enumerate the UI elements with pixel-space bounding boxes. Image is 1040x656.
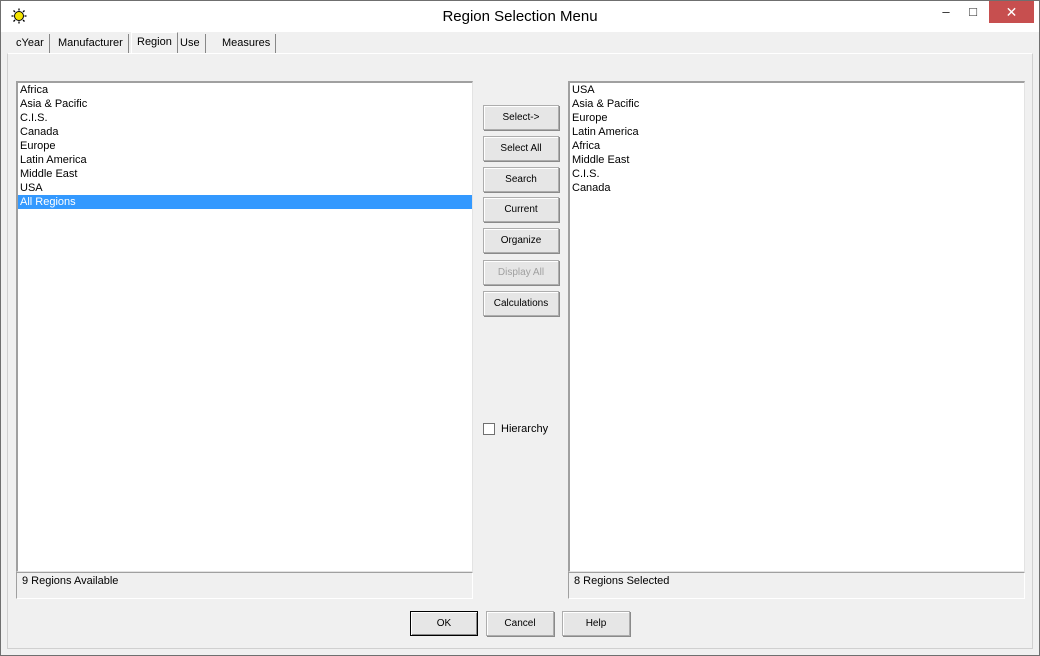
tab-manufacturer[interactable]: Manufacturer — [53, 34, 129, 53]
list-item[interactable]: Europe — [18, 139, 472, 153]
tab-use[interactable]: Use — [175, 34, 206, 53]
organize-button[interactable]: Organize — [483, 228, 559, 253]
available-count-status: 9 Regions Available — [16, 572, 473, 599]
select-all-button[interactable]: Select All — [483, 136, 559, 161]
list-item-selected[interactable]: All Regions — [18, 195, 472, 209]
minimize-button[interactable]: – — [933, 1, 959, 23]
current-button[interactable]: Current — [483, 197, 559, 222]
list-item[interactable]: Canada — [570, 181, 1024, 195]
hierarchy-label: Hierarchy — [501, 423, 549, 435]
cancel-button[interactable]: Cancel — [486, 611, 554, 636]
selected-count-status: 8 Regions Selected — [568, 572, 1025, 599]
list-item[interactable]: Asia & Pacific — [570, 97, 1024, 111]
title-bar: Region Selection Menu – □ ✕ — [1, 1, 1039, 32]
list-item[interactable]: Asia & Pacific — [18, 97, 472, 111]
list-item[interactable]: Latin America — [18, 153, 472, 167]
list-item[interactable]: Middle East — [570, 153, 1024, 167]
list-item[interactable]: Canada — [18, 125, 472, 139]
tab-region[interactable]: Region — [131, 32, 178, 53]
tab-measures[interactable]: Measures — [217, 34, 277, 53]
window-title: Region Selection Menu — [442, 8, 598, 25]
search-button[interactable]: Search — [483, 167, 559, 192]
list-item[interactable]: Africa — [18, 83, 472, 97]
display-all-button[interactable]: Display All — [483, 260, 559, 285]
region-selection-window: Region Selection Menu – □ ✕ cYear Manufa… — [0, 0, 1040, 656]
calculations-button[interactable]: Calculations — [483, 291, 559, 316]
list-item[interactable]: Middle East — [18, 167, 472, 181]
list-item[interactable]: C.I.S. — [18, 111, 472, 125]
available-regions-list[interactable]: Africa Asia & Pacific C.I.S. Canada Euro… — [16, 81, 473, 572]
list-item[interactable]: C.I.S. — [570, 167, 1024, 181]
ok-button[interactable]: OK — [410, 611, 478, 636]
checkbox-box[interactable] — [483, 423, 495, 435]
close-button[interactable]: ✕ — [989, 1, 1034, 23]
help-button[interactable]: Help — [562, 611, 630, 636]
list-item[interactable]: USA — [18, 181, 472, 195]
maximize-button[interactable]: □ — [959, 1, 987, 23]
list-item[interactable]: USA — [570, 83, 1024, 97]
list-item[interactable]: Latin America — [570, 125, 1024, 139]
list-item[interactable]: Africa — [570, 139, 1024, 153]
select-button[interactable]: Select-> — [483, 105, 559, 130]
selected-regions-list[interactable]: USA Asia & Pacific Europe Latin America … — [568, 81, 1025, 572]
list-item[interactable]: Europe — [570, 111, 1024, 125]
tab-cyear[interactable]: cYear — [11, 34, 50, 53]
